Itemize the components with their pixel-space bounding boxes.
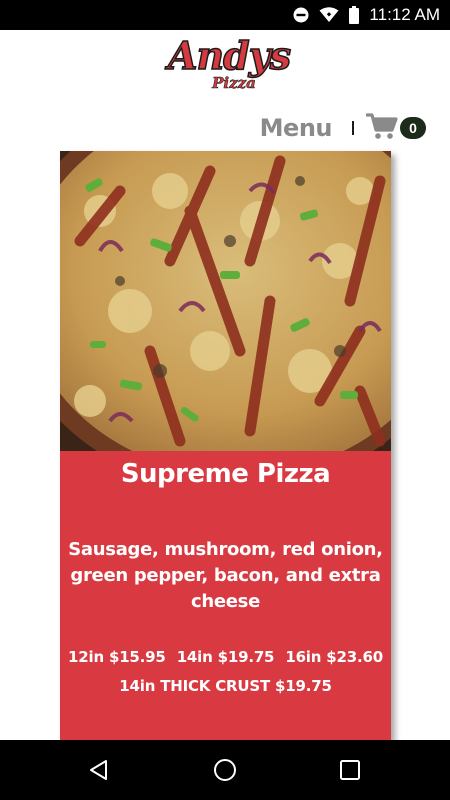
logo-wordmark: Andys <box>167 33 292 79</box>
price-row-sizes: 12in $15.95 14in $19.75 16in $23.60 <box>60 643 391 672</box>
do-not-disturb-icon <box>293 7 309 23</box>
header-nav: Menu 0 <box>260 110 426 146</box>
system-nav-bar <box>0 740 450 800</box>
status-time: 11:12 AM <box>369 5 440 24</box>
product-description: Sausage, mushroom, red onion, green pepp… <box>68 539 383 612</box>
back-icon[interactable] <box>87 758 111 782</box>
product-card[interactable]: Supreme Pizza Sausage, mushroom, red oni… <box>60 151 391 740</box>
andys-pizza-logo[interactable]: Andys Pizza <box>167 33 292 98</box>
price-12in: 12in $15.95 <box>68 648 166 666</box>
cart-count-badge: 0 <box>400 117 426 139</box>
status-bar: 11:12 AM <box>0 0 450 30</box>
price-row-thick: 14in THICK CRUST $19.75 <box>60 672 391 701</box>
product-title: Supreme Pizza <box>120 459 331 489</box>
pizza-photo <box>60 151 391 451</box>
price-16in: 16in $23.60 <box>285 648 383 666</box>
price-list: 12in $15.95 14in $19.75 16in $23.60 14in… <box>60 643 391 701</box>
cart-button[interactable]: 0 <box>365 112 426 145</box>
app-screen: Andys Pizza Menu 0 Supreme Pizza Sausage… <box>0 30 450 740</box>
home-icon[interactable] <box>213 758 237 782</box>
status-icons: 11:12 AM <box>293 0 440 30</box>
price-14in: 14in $19.75 <box>176 648 275 666</box>
cart-icon <box>365 112 398 145</box>
logo-subtitle: Pizza <box>212 74 256 93</box>
recents-icon[interactable] <box>338 758 362 782</box>
battery-icon <box>349 6 360 24</box>
nav-divider <box>352 121 354 135</box>
wifi-icon <box>319 7 339 23</box>
menu-link[interactable]: Menu <box>260 114 333 142</box>
price-14in-thick-crust: 14in THICK CRUST $19.75 <box>119 677 332 695</box>
product-details: Supreme Pizza Sausage, mushroom, red oni… <box>60 451 391 740</box>
